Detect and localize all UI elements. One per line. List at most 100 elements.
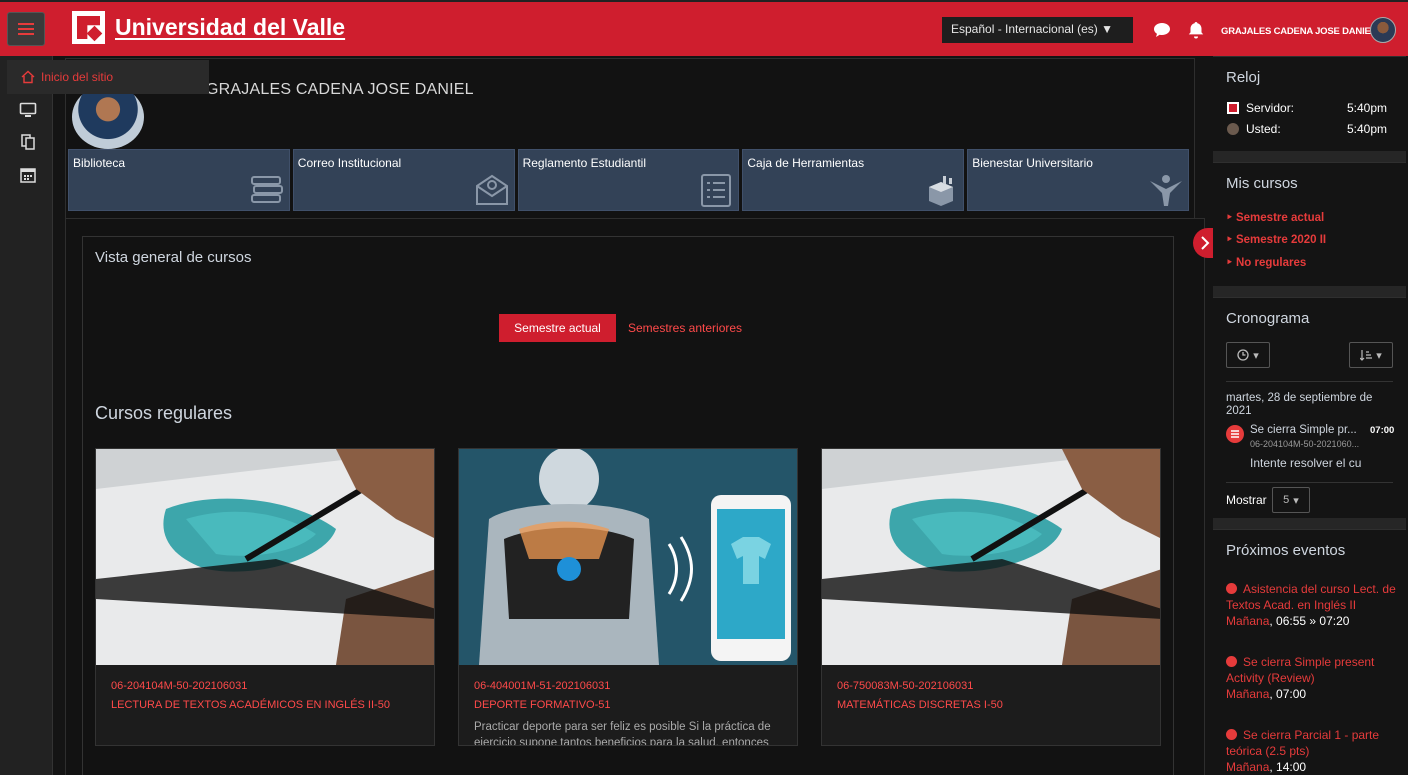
quicklink-bienestar[interactable]: Bienestar Universitario — [967, 149, 1189, 211]
server-label: Servidor: — [1246, 101, 1295, 115]
univalle-logo — [72, 11, 105, 44]
course-code[interactable]: 06-404001M-51-202106031 — [474, 680, 610, 692]
overview-title: Vista general de cursos — [95, 249, 252, 266]
upcoming-title: Próximos eventos — [1226, 542, 1346, 559]
site-brand-link[interactable]: Universidad del Valle — [72, 11, 345, 44]
course-summary: Practicar deporte para ser feliz es posi… — [474, 721, 771, 746]
event-name[interactable]: Se cierra Simple present Activity (Revie… — [1226, 655, 1374, 685]
course-image-painting — [822, 449, 1160, 665]
main-region: GRAJALES CADENA JOSE DANIEL Biblioteca C… — [53, 56, 1213, 775]
course-card[interactable]: 06-750083M-50-202106031 MATEMÁTICAS DISC… — [821, 448, 1161, 746]
course-name[interactable]: MATEMÁTICAS DISCRETAS I-50 — [837, 699, 1003, 711]
tab-semestres-anteriores[interactable]: Semestres anteriores — [628, 321, 742, 335]
profile-avatar — [72, 85, 144, 149]
quicklink-label: Bienestar Universitario — [972, 156, 1093, 170]
event-day[interactable]: Mañana — [1226, 687, 1269, 701]
user-menu-name[interactable]: GRAJALES CADENA JOSE DANIEL — [1221, 26, 1376, 37]
quicklink-biblioteca[interactable]: Biblioteca — [68, 149, 290, 211]
hamburger-icon — [18, 23, 34, 35]
course-card[interactable]: 06-404001M-51-202106031 DEPORTE FORMATIV… — [458, 448, 798, 746]
quicklink-label: Caja de Herramientas — [747, 156, 865, 170]
quicklink-label: Reglamento Estudiantil — [522, 156, 646, 170]
server-time: 5:40pm — [1347, 101, 1388, 115]
course-code[interactable]: 06-204104M-50-202106031 — [111, 680, 247, 692]
course-code[interactable]: 06-750083M-50-202106031 — [837, 680, 973, 692]
course-name[interactable]: DEPORTE FORMATIVO-51 — [474, 699, 611, 711]
event-time: , 14:00 — [1269, 760, 1307, 774]
profile-name: GRAJALES CADENA JOSE DANIEL — [206, 81, 474, 98]
toolbox-icon — [929, 176, 954, 206]
messages-icon[interactable] — [1152, 20, 1172, 40]
nav-item-site-home[interactable]: Inicio del sitio — [7, 60, 209, 94]
user-label: Usted: — [1246, 122, 1281, 136]
user-clock-row: Usted: 5:40pm — [1227, 122, 1387, 136]
event-icon — [1226, 656, 1237, 667]
quicklink-herramientas[interactable]: Caja de Herramientas — [742, 149, 965, 211]
mycourse-link[interactable]: ‣ No regulares — [1226, 255, 1306, 269]
block-separator — [1213, 151, 1406, 162]
assignment-icon — [1226, 425, 1244, 443]
event-icon — [1226, 729, 1237, 740]
timeline-filter-dropdown[interactable]: ▾ — [1226, 342, 1270, 368]
site-home-label: Inicio del sitio — [41, 70, 114, 84]
badges-files-icon[interactable] — [19, 133, 37, 151]
quicklink-label: Biblioteca — [73, 156, 126, 170]
hamburger-menu-button[interactable] — [7, 12, 45, 46]
books-icon — [250, 176, 283, 203]
course-image-fitness-tech — [459, 449, 797, 665]
timeline-title: Cronograma — [1226, 310, 1310, 327]
upcoming-event[interactable]: Se cierra Simple present Activity (Revie… — [1226, 654, 1396, 702]
top-navbar: Universidad del Valle Español - Internac… — [0, 0, 1408, 56]
show-label: Mostrar — [1226, 493, 1267, 507]
timeline-sort-dropdown[interactable]: ▾ — [1349, 342, 1393, 368]
quicklinks-bar: Biblioteca Correo Institucional Reglamen… — [68, 149, 1189, 211]
notifications-bell-icon[interactable] — [1186, 20, 1206, 40]
quicklink-reglamento[interactable]: Reglamento Estudiantil — [517, 149, 740, 211]
course-name[interactable]: LECTURA DE TEXTOS ACADÉMICOS EN INGLÉS I… — [111, 699, 390, 711]
mycourse-link[interactable]: ‣ Semestre actual — [1226, 210, 1324, 224]
course-image-painting — [96, 449, 434, 665]
clock-icon — [1237, 349, 1249, 361]
right-sidebar: Reloj Servidor: 5:40pm Usted: 5:40pm Mis… — [1213, 56, 1408, 775]
event-day[interactable]: Mañana — [1226, 760, 1269, 774]
timeline-event-action-link[interactable]: Intente resolver el cu — [1250, 456, 1361, 470]
user-avatar[interactable] — [1370, 17, 1396, 43]
timeline-event-time: 07:00 — [1370, 425, 1395, 436]
language-selector[interactable]: Español - Internacional (es) ▼ — [942, 17, 1133, 43]
event-name[interactable]: Asistencia del curso Lect. de Textos Aca… — [1226, 582, 1396, 612]
calendar-icon[interactable] — [19, 166, 37, 184]
server-logo-icon — [1227, 102, 1239, 114]
server-clock-row: Servidor: 5:40pm — [1227, 101, 1387, 115]
event-time: , 07:00 — [1269, 687, 1307, 701]
mycourses-title: Mis cursos — [1226, 175, 1298, 192]
mycourses-block: Mis cursos ‣ Semestre actual ‣ Semestre … — [1213, 162, 1406, 286]
envelope-icon — [475, 174, 508, 205]
quicklink-label: Correo Institucional — [297, 156, 402, 170]
upcoming-event[interactable]: Asistencia del curso Lect. de Textos Aca… — [1226, 581, 1396, 629]
show-count-dropdown[interactable]: 5 ▾ — [1272, 487, 1310, 513]
tab-semestre-actual[interactable]: Semestre actual — [499, 314, 616, 342]
dashboard-monitor-icon[interactable] — [19, 101, 37, 119]
course-overview-block: Vista general de cursos Semestre actual … — [65, 218, 1205, 775]
quicklink-correo[interactable]: Correo Institucional — [292, 149, 515, 211]
block-separator — [1213, 286, 1406, 297]
user-time: 5:40pm — [1347, 122, 1388, 136]
clock-block: Reloj Servidor: 5:40pm Usted: 5:40pm — [1213, 56, 1406, 151]
list-icon — [701, 174, 732, 207]
site-name: Universidad del Valle — [115, 14, 346, 40]
chevron-right-icon — [1201, 236, 1210, 250]
upcoming-event[interactable]: Se cierra Parcial 1 - parte teórica (2.5… — [1226, 727, 1396, 775]
section-title-regular-courses: Cursos regulares — [95, 403, 233, 423]
person-icon — [1149, 175, 1182, 206]
course-card[interactable]: 06-204104M-50-202106031 LECTURA DE TEXTO… — [95, 448, 435, 746]
event-time: , 06:55 » 07:20 — [1269, 614, 1350, 628]
event-icon — [1226, 583, 1237, 594]
user-avatar-icon — [1227, 123, 1239, 135]
upcoming-events-block: Próximos eventos Asistencia del curso Le… — [1213, 529, 1406, 775]
event-name[interactable]: Se cierra Parcial 1 - parte teórica (2.5… — [1226, 728, 1379, 758]
event-day[interactable]: Mañana — [1226, 614, 1269, 628]
mycourse-link[interactable]: ‣ Semestre 2020 II — [1226, 232, 1326, 246]
timeline-event-title[interactable]: Se cierra Simple pr... — [1250, 424, 1357, 436]
clock-title: Reloj — [1226, 69, 1261, 86]
left-nav-drawer — [0, 56, 53, 775]
